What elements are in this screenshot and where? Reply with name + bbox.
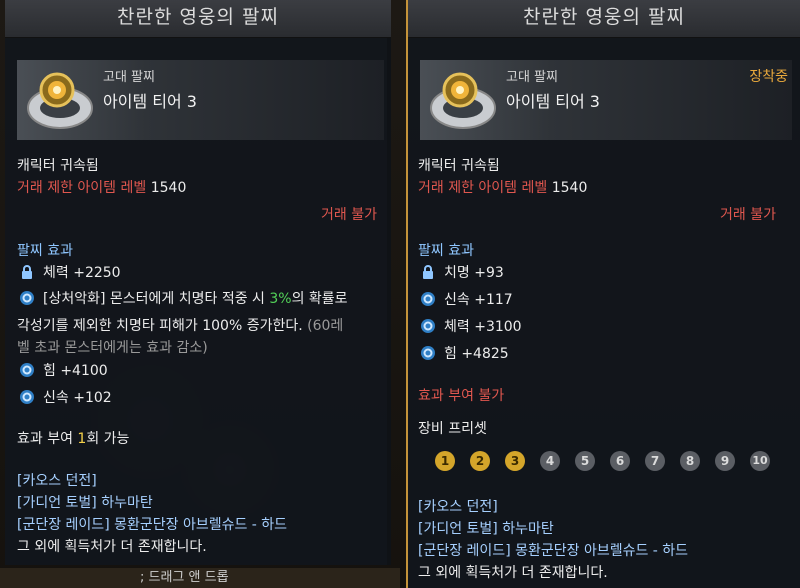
preset-2-button[interactable]: 2 [470,451,490,471]
source-item: [군단장 레이드] 몽환군단장 아브렐슈드 - 하드 [17,517,288,533]
grant-status: 효과 부여 불가 [418,388,505,404]
trade-level-value: 1540 [150,180,187,196]
source-item: [카오스 던전] [17,473,97,489]
trade-level: 거래 제한 아이템 레벨 1540 [17,177,186,197]
effect-row: 힘 +4100 [19,361,108,381]
preset-4-button[interactable]: 4 [540,451,560,471]
item-tooltip-equipped: 찬란한 영웅의 팔찌 고대 팔찌 아이템 티어 3 장착중 캐릭터 귀속됨 거래… [406,0,800,588]
trade-level: 거래 제한 아이템 레벨 1540 [418,177,587,197]
preset-1-button[interactable]: 1 [435,451,455,471]
item-grade: 고대 팔찌 [506,70,558,85]
lock-icon [423,265,433,279]
swirl-icon [20,390,34,404]
effect-description-note: 벨 초과 몬스터에게는 효과 감소) [17,340,208,356]
source-item: [군단장 레이드] 몽환군단장 아브렐슈드 - 하드 [418,543,689,559]
preset-6-button[interactable]: 6 [610,451,630,471]
item-title: 찬란한 영웅의 팔찌 [408,0,800,38]
effect-description: 각성기를 제외한 치명타 피해가 100% 증가한다. (60레 [17,318,344,334]
effect-row: [상처악화] 몬스터에게 치명타 적중 시 3%의 확률로 [19,289,348,309]
item-tier: 아이템 티어 3 [103,92,197,111]
trade-level-label: 거래 제한 아이템 레벨 [17,180,147,196]
swirl-icon [421,292,435,306]
grant-count: 효과 부여 1회 가능 [17,431,130,447]
preset-7-button[interactable]: 7 [645,451,665,471]
effect-row: 치명 +93 [420,263,504,283]
preset-5-button[interactable]: 5 [575,451,595,471]
bottom-hint: ; 드래그 앤 드롭 [0,568,400,588]
item-grade: 고대 팔찌 [103,70,155,85]
trade-status: 거래 불가 [720,207,776,223]
source-item: [가디언 토벌] 하누마탄 [418,521,554,537]
trade-level-value: 1540 [551,180,588,196]
bracelet-icon [27,72,93,129]
item-card: 고대 팔찌 아이템 티어 3 [17,60,384,140]
swirl-icon [421,346,435,360]
source-item: [카오스 던전] [418,499,498,515]
effects-header: 팔찌 효과 [17,243,73,259]
effects-header: 팔찌 효과 [418,243,474,259]
more-sources: 그 외에 획득처가 더 존재합니다. [17,539,207,555]
effect-row: 체력 +3100 [420,317,522,337]
item-tier: 아이템 티어 3 [506,92,600,111]
item-card: 고대 팔찌 아이템 티어 3 장착중 [420,60,792,140]
item-tooltip-compare: 찬란한 영웅의 팔찌 고대 팔찌 아이템 티어 3 캐릭터 귀속됨 거래 제한 … [5,0,391,565]
trade-level-label: 거래 제한 아이템 레벨 [418,180,548,196]
bound-status: 캐릭터 귀속됨 [418,158,500,174]
preset-header: 장비 프리셋 [418,421,487,437]
effect-row: 체력 +2250 [19,263,121,283]
swirl-icon [421,319,435,333]
bracelet-icon [430,72,496,129]
item-title: 찬란한 영웅의 팔찌 [5,0,391,38]
effect-row: 힘 +4825 [420,344,509,364]
source-item: [가디언 토벌] 하누마탄 [17,495,153,511]
more-sources: 그 외에 획득처가 더 존재합니다. [418,565,608,581]
effect-row: 신속 +117 [420,290,513,310]
swirl-icon [20,291,34,305]
preset-8-button[interactable]: 8 [680,451,700,471]
scrollbar[interactable] [387,38,391,565]
equipped-badge: 장착중 [749,69,788,85]
preset-10-button[interactable]: 10 [750,451,770,471]
trade-status: 거래 불가 [321,207,377,223]
preset-3-button[interactable]: 3 [505,451,525,471]
bound-status: 캐릭터 귀속됨 [17,158,99,174]
lock-icon [22,265,32,279]
preset-9-button[interactable]: 9 [715,451,735,471]
effect-row: 신속 +102 [19,388,112,408]
swirl-icon [20,363,34,377]
